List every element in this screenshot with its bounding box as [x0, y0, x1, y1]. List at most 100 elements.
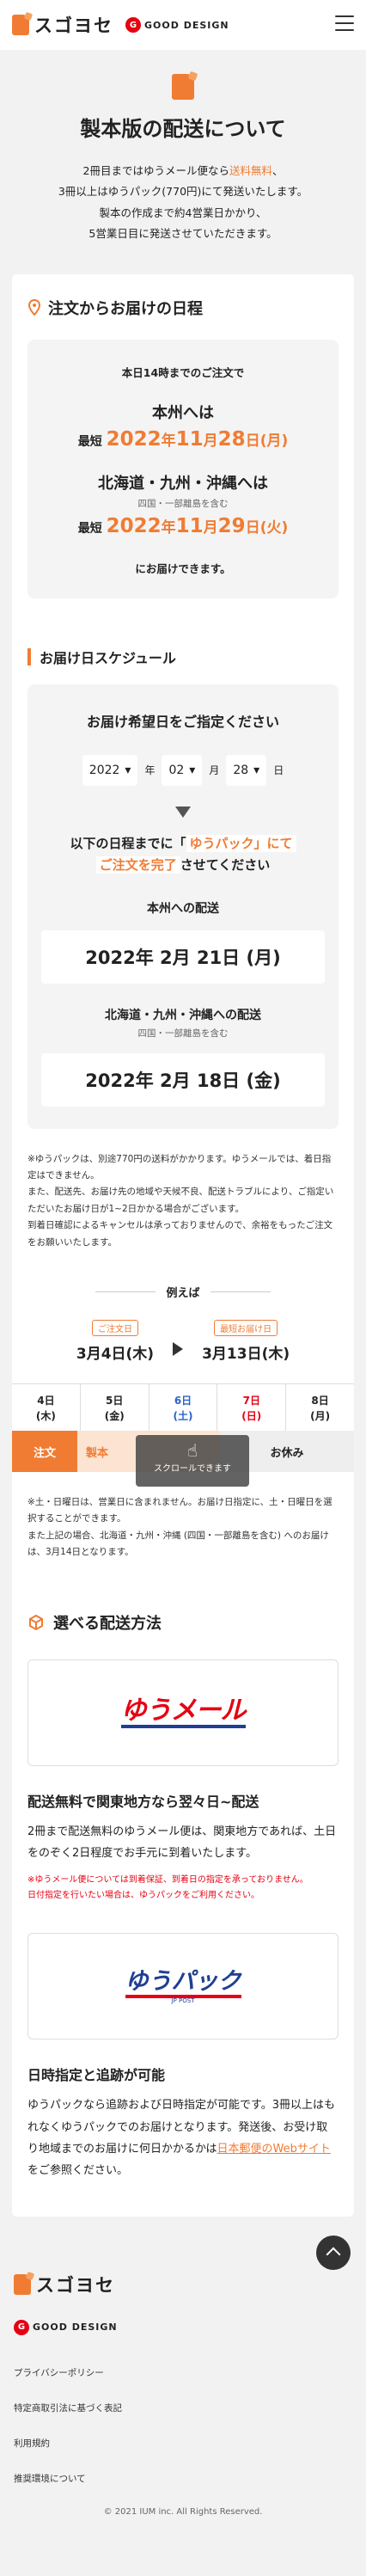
arrow-right-icon — [173, 1342, 184, 1357]
day-weekday: (金) — [104, 1410, 125, 1423]
day-weekday: (月) — [310, 1410, 331, 1423]
example-heading-text: 例えば — [166, 1287, 200, 1301]
hero-text: 5営業日目に発送させていただきます。 — [88, 227, 278, 241]
chevron-down-icon: ▾ — [189, 763, 196, 777]
honshu-earliest-date: 最短 2022年11月28日(月) — [36, 428, 330, 451]
footer-links: プライバシーポリシー 特定商取引法に基づく表記 利用規約 推奨環境について — [14, 2366, 352, 2485]
calendar-day-saturday: 6日 (土) — [149, 1384, 218, 1432]
hero: 製本版の配送について 2冊目まではゆうメール便なら送料無料、 3冊以上はゆうパッ… — [0, 50, 366, 274]
brand-logo[interactable]: スゴヨセ — [12, 12, 113, 38]
date-month: 11 — [175, 427, 204, 451]
box-icon — [29, 1614, 43, 1630]
earliest-label: 最短 — [77, 521, 102, 536]
menu-line — [335, 29, 354, 31]
footer-brand-logo[interactable]: スゴヨセ — [14, 2272, 352, 2297]
remote-earliest-date: 最短 2022年11月29日(火) — [36, 515, 330, 537]
hero-text: 3冊以上はゆうパック(770円)にて発送いたします。 — [58, 185, 308, 199]
terms-link[interactable]: 利用規約 — [14, 2437, 352, 2450]
date-day: 28 — [217, 427, 246, 451]
date-year: 2022 — [106, 427, 162, 451]
month-select-value: 02 — [168, 763, 185, 777]
day-label: 6日 — [174, 1395, 192, 1408]
hamburger-menu-button[interactable] — [335, 15, 354, 31]
hero-text: 2冊目までは — [82, 164, 143, 177]
japan-post-website-link[interactable]: 日本郵便のWebサイト — [217, 2143, 330, 2156]
calendar-day-sunday: 7日 (日) — [217, 1384, 287, 1432]
title-bar-decoration — [27, 647, 31, 665]
order-date-value: 3月4日(木) — [76, 1346, 155, 1364]
order-section-title-text: 注文からお届けの日程 — [48, 299, 203, 318]
good-design-icon: G — [125, 17, 141, 33]
example-delivery-date: 最短お届け日 3月13日(木) — [202, 1319, 290, 1363]
day-label: 8日 — [311, 1395, 329, 1408]
month-unit: 月 — [209, 764, 220, 776]
note-text: また、配送先、お届け先の地域や天候不良、配送トラブルにより、ご指定いただいたお届… — [27, 1187, 334, 1214]
note-text: ※土・日曜日は、営業日に含まれません。お届け日指定に、土・日曜日を選択することが… — [27, 1497, 332, 1524]
privacy-policy-link[interactable]: プライバシーポリシー — [14, 2366, 352, 2379]
day-weekday: (日) — [241, 1410, 262, 1423]
good-design-badge: G GOOD DESIGN — [125, 17, 229, 33]
year-select[interactable]: 2022 ▾ — [82, 754, 138, 786]
commercial-law-link[interactable]: 特定商取引法に基づく表記 — [14, 2401, 352, 2414]
shipping-methods-title-text: 選べる配送方法 — [53, 1614, 162, 1633]
yupack-text: をご参照ください。 — [27, 2164, 129, 2178]
example-dates: ご注文日 3月4日(木) 最短お届け日 3月13日(木) — [27, 1319, 339, 1363]
site-header: スゴヨセ G GOOD DESIGN — [0, 0, 366, 50]
flow-binding-label: 製本 — [86, 1446, 109, 1460]
recommended-environment-link[interactable]: 推奨環境について — [14, 2472, 352, 2485]
site-footer: スゴヨセ G GOOD DESIGN プライバシーポリシー 特定商取引法に基づく… — [0, 2216, 366, 2542]
date-year: 2022 — [106, 514, 162, 537]
hero-description: 2冊目まではゆうメール便なら送料無料、 3冊以上はゆうパック(770円)にて発送… — [17, 161, 349, 245]
yumail-description: 2冊まで配送無料のゆうメール便は、関東地方であれば、土日をのぞく2日程度でお手元… — [27, 1825, 337, 1861]
year-unit: 年 — [144, 764, 156, 776]
remote-regions-note: 四国・一部離島を含む — [137, 498, 229, 509]
earliest-label: 最短 — [77, 434, 102, 449]
flow-order-step: 注文 — [12, 1431, 77, 1473]
day-select-value: 28 — [233, 763, 249, 777]
book-icon — [172, 74, 194, 100]
schedule-card: お届け希望日をご指定ください 2022 ▾ 年 02 ▾ 月 28 ▾ 日 以下の日程… — [27, 684, 339, 1129]
good-design-label: GOOD DESIGN — [33, 2321, 118, 2334]
chevron-down-icon: ▾ — [125, 763, 131, 777]
yumail-warning: ※ゆうメール便については到着保証、到着日の指定を承っておりません。 日付指定を行い… — [27, 1873, 339, 1904]
remote-shipping-label: 北海道・九州・沖縄への配送 — [105, 1008, 261, 1022]
calendar-days: 4日 (木) 5日 (金) 6日 (土) 7日 (日) 8日 (月) — [12, 1383, 354, 1432]
day-select[interactable]: 28 ▾ — [226, 754, 267, 786]
yupack-description: ゆうパックなら追跡および日時指定が可能です。3冊以上はもれなくゆうパックでのお届… — [27, 2095, 339, 2181]
logo-mark-icon — [12, 15, 29, 35]
example-calendar[interactable]: 4日 (木) 5日 (金) 6日 (土) 7日 (日) 8日 (月) 注文 製本 お休み … — [12, 1383, 354, 1487]
cta-text: 以下の日程までに「 — [70, 835, 186, 851]
day-unit: 日 — [245, 432, 260, 450]
honshu-shipping-label: 本州への配送 — [147, 901, 219, 916]
good-design-icon: G — [14, 2319, 29, 2335]
yupack-title: 日時指定と追跡が可能 — [27, 2067, 166, 2084]
year-unit: 年 — [161, 432, 176, 450]
day-label: 5日 — [106, 1395, 124, 1408]
scroll-hint-text: スクロールできます — [154, 1464, 231, 1475]
page: スゴヨセ G GOOD DESIGN 製本版の配送について 2冊目まではゆうメー… — [0, 0, 366, 2542]
deliverable-text: にお届けできます。 — [135, 561, 231, 575]
good-design-label: GOOD DESIGN — [144, 19, 229, 31]
date-weekday: (月) — [259, 432, 289, 450]
delivery-date-selects: 2022 ▾ 年 02 ▾ 月 28 ▾ 日 — [41, 754, 325, 786]
remote-regions-label: 北海道・九州・沖縄へは — [98, 474, 268, 493]
delivery-date-tag: 最短お届け日 — [214, 1320, 278, 1337]
month-select[interactable]: 02 ▾ — [162, 754, 203, 786]
hero-text: ゆうメール便なら — [143, 164, 229, 177]
cta-text: させてください — [180, 857, 271, 873]
yumail-logo: ゆうメール — [120, 1696, 247, 1729]
honshu-order-deadline: 2022年 2月 21日 (月) — [41, 929, 325, 984]
back-to-top-button[interactable] — [316, 2235, 351, 2270]
day-unit: 日 — [273, 764, 284, 776]
schedule-title-text: お届け日スケジュール — [40, 649, 176, 666]
yupack-logo-card: ゆうパック JP POST — [27, 1933, 339, 2040]
day-weekday: (土) — [173, 1410, 193, 1423]
year-unit: 年 — [161, 518, 176, 537]
schedule-title: お届け日スケジュール — [27, 647, 339, 667]
menu-line — [335, 22, 354, 24]
complete-order-highlight: ご注文を完了 — [95, 856, 180, 874]
yupack-highlight: ゆうパック」にて — [186, 834, 296, 852]
honshu-label: 本州へは — [152, 403, 214, 422]
date-day: 29 — [217, 514, 246, 537]
calendar-day: 4日 (木) — [12, 1384, 81, 1432]
